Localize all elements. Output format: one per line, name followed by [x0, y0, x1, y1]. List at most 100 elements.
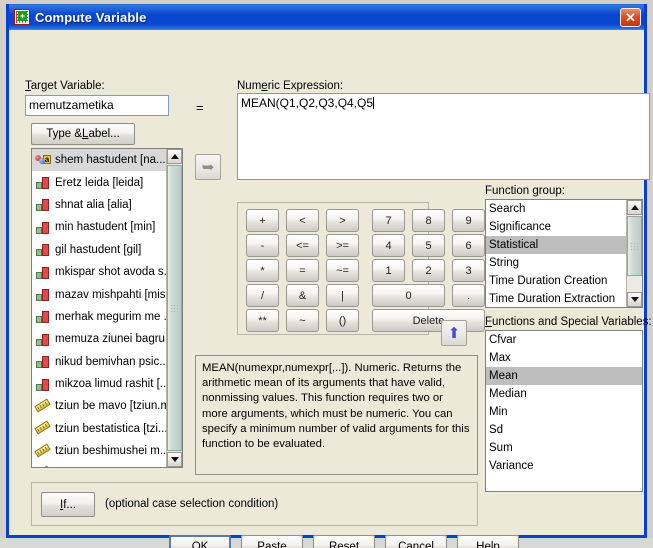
keypad-key-[interactable]: -: [246, 234, 279, 257]
variable-list-item[interactable]: merhak megurim me ...: [32, 306, 166, 328]
functions-list[interactable]: Cfvar Max Mean Median Min Sd Sum Variance: [485, 330, 643, 492]
keypad-key-1[interactable]: 1: [372, 259, 405, 282]
bar-chart-icon: [35, 377, 51, 392]
scroll-down-icon[interactable]: [627, 292, 642, 307]
keypad-key-[interactable]: ~=: [326, 259, 359, 282]
function-group-item[interactable]: Time Duration Extraction: [486, 290, 626, 307]
target-variable-input[interactable]: memutzametika: [25, 95, 169, 116]
bar-chart-icon: [35, 242, 51, 257]
variable-list[interactable]: a shem hastudent [na... Eretz leida [leida…: [31, 148, 183, 468]
calculator-keypad[interactable]: + < >7 8 9 - <= >= 4 5 6 * = ~= 1 2 3 /& | 0. ** ~ () Delete: [237, 202, 485, 335]
keypad-key-[interactable]: **: [246, 309, 279, 332]
keypad-key-[interactable]: /: [246, 284, 279, 307]
ruler-icon: [35, 466, 51, 467]
functions-items[interactable]: Cfvar Max Mean Median Min Sd Sum Variance: [486, 331, 642, 491]
variable-list-item[interactable]: shnat alia [alia]: [32, 194, 166, 216]
reset-button[interactable]: Reset: [313, 535, 375, 548]
function-item[interactable]: Mean: [486, 367, 642, 385]
cancel-button[interactable]: Cancel: [385, 535, 447, 548]
variable-list-item[interactable]: tziun be curs behira [...: [32, 462, 166, 467]
function-item[interactable]: Max: [486, 349, 642, 367]
scrollbar-thumb[interactable]: [627, 216, 642, 276]
ok-button[interactable]: OK: [169, 535, 231, 548]
paste-button[interactable]: Paste: [241, 535, 303, 548]
insert-function-button[interactable]: ⬆: [441, 320, 467, 346]
keypad-key-[interactable]: ~: [286, 309, 319, 332]
variable-list-item[interactable]: nikud bemivhan psic...: [32, 351, 166, 373]
keypad-key-[interactable]: +: [246, 209, 279, 232]
keypad-key-[interactable]: *: [246, 259, 279, 282]
keypad-key-4[interactable]: 4: [372, 234, 405, 257]
function-item[interactable]: Variance: [486, 457, 642, 475]
function-item[interactable]: Median: [486, 385, 642, 403]
keypad-key-[interactable]: &: [286, 284, 319, 307]
keypad-key-[interactable]: >=: [326, 234, 359, 257]
variable-list-item[interactable]: tziun be mavo [tziun.m]: [32, 395, 166, 417]
keypad-key-[interactable]: >: [326, 209, 359, 232]
paste-mnemonic: P: [257, 540, 265, 548]
function-group-items[interactable]: Search Significance Statistical String Time …: [486, 200, 626, 307]
bar-chart-icon: [35, 287, 51, 302]
variable-list-item-label: mikzoa limud rashit [...: [55, 378, 166, 391]
variable-list-item[interactable]: mazav mishpahti [mis...: [32, 283, 166, 305]
keypad-key-[interactable]: =: [286, 259, 319, 282]
type-label-text-post: abel...: [88, 128, 120, 140]
if-button[interactable]: If...: [41, 492, 95, 517]
move-variable-button[interactable]: ➥: [195, 154, 221, 180]
keypad-key-3[interactable]: 3: [452, 259, 485, 282]
function-item[interactable]: Sd: [486, 421, 642, 439]
spss-compute-icon: +: [14, 9, 30, 25]
keypad-key-7[interactable]: 7: [372, 209, 405, 232]
variable-list-item[interactable]: memuza ziunei bagru...: [32, 328, 166, 350]
function-group-list[interactable]: Search Significance Statistical String Time …: [485, 199, 643, 308]
keypad-key-[interactable]: (): [326, 309, 359, 332]
keypad-key-[interactable]: <: [286, 209, 319, 232]
scroll-up-icon[interactable]: [627, 200, 642, 215]
variable-list-item[interactable]: mikzoa limud rashit [...: [32, 373, 166, 395]
function-group-item[interactable]: String: [486, 254, 626, 272]
reset-text: eset: [337, 540, 360, 548]
keypad-key-9[interactable]: 9: [452, 209, 485, 232]
help-button[interactable]: Help: [457, 535, 519, 548]
keypad-key-[interactable]: |: [326, 284, 359, 307]
variable-list-item-label: shnat alia [alia]: [55, 198, 132, 211]
bar-chart-icon: [35, 220, 51, 235]
variable-list-item[interactable]: Eretz leida [leida]: [32, 171, 166, 193]
scrollbar-thumb[interactable]: [167, 165, 182, 451]
function-item[interactable]: Cfvar: [486, 331, 642, 349]
variable-list-item[interactable]: mkispar shot avoda s...: [32, 261, 166, 283]
variable-list-item[interactable]: tziun beshimushei m...: [32, 440, 166, 462]
scroll-down-icon[interactable]: [167, 452, 182, 467]
variable-list-item[interactable]: a shem hastudent [na...: [32, 149, 166, 172]
keypad-key-[interactable]: <=: [286, 234, 319, 257]
variable-list-scrollbar[interactable]: [166, 149, 182, 467]
numeric-expression-value: MEAN(Q1,Q2,Q3,Q4,Q5: [241, 96, 374, 110]
keypad-key-8[interactable]: 8: [412, 209, 445, 232]
keypad-key-6[interactable]: 6: [452, 234, 485, 257]
variable-list-items[interactable]: a shem hastudent [na... Eretz leida [leida…: [32, 149, 166, 467]
numeric-expression-input[interactable]: MEAN(Q1,Q2,Q3,Q4,Q5: [237, 93, 650, 180]
keypad-key-0[interactable]: 0: [372, 284, 445, 307]
variable-list-item[interactable]: min hastudent [min]: [32, 216, 166, 238]
close-icon[interactable]: ✕: [620, 7, 641, 27]
function-item[interactable]: Min: [486, 403, 642, 421]
function-group-item[interactable]: Search: [486, 200, 626, 218]
keypad-key-2[interactable]: 2: [412, 259, 445, 282]
variable-list-item-label: mazav mishpahti [mis...: [55, 288, 166, 301]
keypad-key-5[interactable]: 5: [412, 234, 445, 257]
type-and-label-button[interactable]: Type & Label...: [31, 123, 135, 145]
variable-list-item-label: tziun beshimushei m...: [55, 445, 166, 458]
variable-list-item[interactable]: gil hastudent [gil]: [32, 239, 166, 261]
variable-list-item-label: shem hastudent [na...: [55, 154, 166, 167]
keypad-key-[interactable]: .: [452, 284, 485, 307]
text-caret: [373, 97, 375, 109]
scroll-up-icon[interactable]: [167, 149, 182, 164]
function-group-scrollbar[interactable]: [626, 200, 642, 307]
function-group-item[interactable]: Statistical: [486, 236, 626, 254]
variable-list-item[interactable]: tziun bestatistica [tzi...: [32, 418, 166, 440]
keypad-key-Delete[interactable]: Delete: [372, 309, 485, 332]
function-group-item[interactable]: Significance: [486, 218, 626, 236]
dialog-body: Target Variable: memutzametika = Type & L…: [9, 30, 652, 548]
function-item[interactable]: Sum: [486, 439, 642, 457]
function-group-item[interactable]: Time Duration Creation: [486, 272, 626, 290]
